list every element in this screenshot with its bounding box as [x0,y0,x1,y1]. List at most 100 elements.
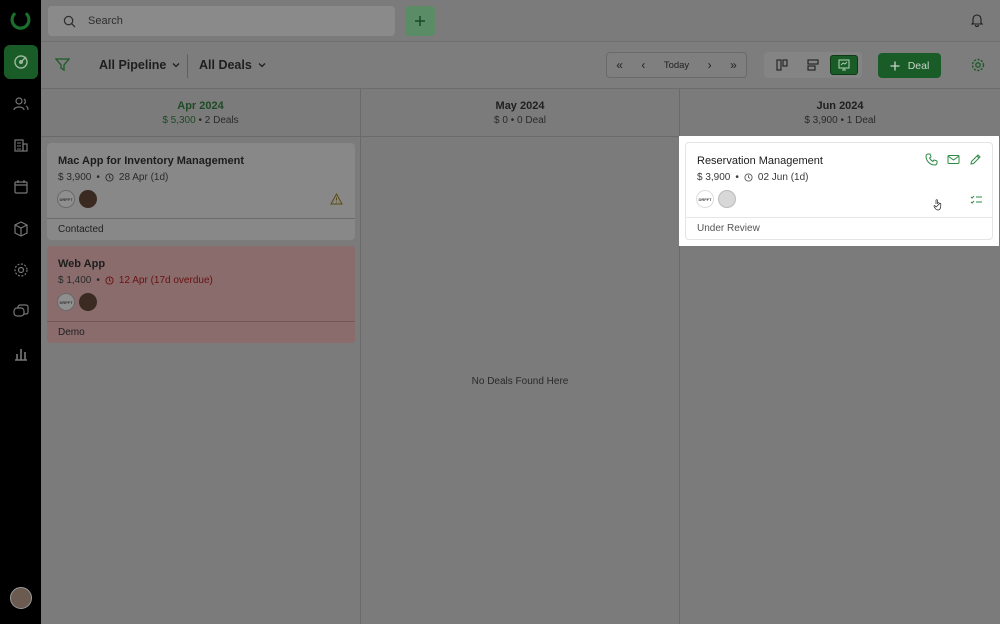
calendar-icon [14,180,28,194]
search-input[interactable]: Search [48,6,395,36]
deal-stage: Under Review [686,217,992,239]
column-header: May 2024 $ 0 • 0 Deal [361,89,679,137]
chevron-right-icon[interactable]: › [708,58,712,72]
mouse-pointer-icon [933,199,942,211]
deals-filter-label: All Deals [199,58,252,72]
list-view-button[interactable] [799,55,827,75]
deal-amount: $ 3,900 [58,172,92,183]
chevron-down-icon [172,63,180,68]
filter-icon[interactable] [55,57,70,72]
deal-stage: Demo [47,321,355,343]
deal-card[interactable]: Mac App for Inventory Management $ 3,900… [47,143,355,240]
nav-settings[interactable] [4,253,38,287]
plus-icon [890,61,900,70]
pipeline-toolbar: All Pipeline All Deals « ‹ Today › » Dea… [41,42,1000,89]
quick-add-button[interactable] [405,6,435,36]
kanban-icon [776,59,788,71]
warning-icon [330,193,343,205]
deal-date: 28 Apr (1d) [118,172,169,183]
separator-dot: • [96,172,100,183]
top-bar: Search [41,0,1000,42]
deals-icon [14,55,28,69]
view-switcher [764,52,862,78]
add-deal-button[interactable]: Deal [878,53,941,78]
sidebar [0,0,41,624]
plus-icon [415,16,425,26]
nav-calendar[interactable] [4,170,38,204]
column-month: May 2024 [495,100,545,112]
column-count: 0 Deal [517,115,546,126]
pipeline-dropdown[interactable]: All Pipeline [99,58,181,72]
chevron-left-icon[interactable]: ‹ [641,58,645,72]
separator-dot: • [198,115,202,126]
month-column-may: May 2024 $ 0 • 0 Deal No Deals Found Her… [361,89,680,624]
separator-dot: • [840,115,844,126]
separator-dot: • [735,172,739,183]
deal-stage: Contacted [47,218,355,240]
deal-meta: $ 1,400 • 12 Apr (17d overdue) [58,275,213,286]
clock-icon [744,173,753,182]
double-chevron-left-icon[interactable]: « [616,58,623,72]
deal-card[interactable]: Web App $ 1,400 • 12 Apr (17d overdue) D… [47,246,355,343]
deal-card-focused[interactable]: Reservation Management $ 3,900 • 02 Jun … [685,142,993,240]
column-summary: $ 5,300 • 2 Deals [41,115,360,126]
month-column-apr: Apr 2024 $ 5,300 • 2 Deals Mac App for I… [41,89,361,624]
list-view-icon [807,59,819,71]
owner-avatar [79,190,97,208]
add-deal-label: Deal [907,59,930,72]
column-summary: $ 3,900 • 1 Deal [680,115,1000,126]
column-amount: $ 5,300 [162,115,196,126]
email-icon[interactable] [947,153,960,166]
deal-participants: DRFFT [57,293,97,311]
column-month: Jun 2024 [816,100,864,112]
user-avatar[interactable] [10,587,32,609]
deal-meta: $ 3,900 • 28 Apr (1d) [58,172,168,183]
deal-meta: $ 3,900 • 02 Jun (1d) [697,172,808,183]
pipeline-dropdown-label: All Pipeline [99,58,167,72]
column-month: Apr 2024 [177,100,224,112]
building-icon [14,139,28,152]
chat-icon [13,304,29,317]
double-chevron-right-icon[interactable]: » [730,58,737,72]
contacts-icon [13,97,29,111]
checklist-icon[interactable] [970,195,983,206]
nav-deals[interactable] [4,45,38,79]
column-count: 1 Deal [846,115,876,126]
today-button[interactable]: Today [664,60,689,71]
search-placeholder: Search [88,15,123,27]
app-logo-icon[interactable] [10,10,31,31]
notification-bell-icon[interactable] [970,13,984,27]
separator-dot: • [510,115,515,126]
deal-amount: $ 3,900 [697,172,731,183]
column-header: Jun 2024 $ 3,900 • 1 Deal [680,89,1000,137]
clock-icon [105,173,114,182]
deals-filter-dropdown[interactable]: All Deals [199,58,267,72]
nav-products[interactable] [4,212,38,246]
deal-date-overdue: 12 Apr (17d overdue) [118,275,213,286]
phone-icon[interactable] [925,153,938,166]
date-navigation: « ‹ Today › » [606,52,747,78]
clock-icon [105,276,114,285]
company-logo: DRFFT [57,190,75,208]
nav-messages[interactable] [4,295,38,329]
deal-participants: DRFFT [57,190,97,208]
column-summary: $ 0 • 0 Deal [361,115,679,126]
forecast-view-button[interactable] [830,55,859,75]
card-actions [925,153,982,166]
box-icon [14,221,28,237]
gear-icon[interactable] [971,58,985,72]
column-count: 2 Deals [204,115,239,126]
owner-avatar [79,293,97,311]
focused-card-region: Reservation Management $ 3,900 • 02 Jun … [679,136,999,246]
column-amount: $ 3,900 [804,115,838,126]
kanban-view-button[interactable] [768,55,796,75]
nav-contacts[interactable] [4,87,38,121]
separator-dot: • [96,275,100,286]
nav-reports[interactable] [4,337,38,371]
deal-date: 02 Jun (1d) [757,172,809,183]
column-header: Apr 2024 $ 5,300 • 2 Deals [41,89,360,137]
empty-state-text: No Deals Found Here [471,376,569,387]
edit-icon[interactable] [969,153,982,166]
nav-companies[interactable] [4,128,38,162]
deal-title: Web App [58,258,106,270]
